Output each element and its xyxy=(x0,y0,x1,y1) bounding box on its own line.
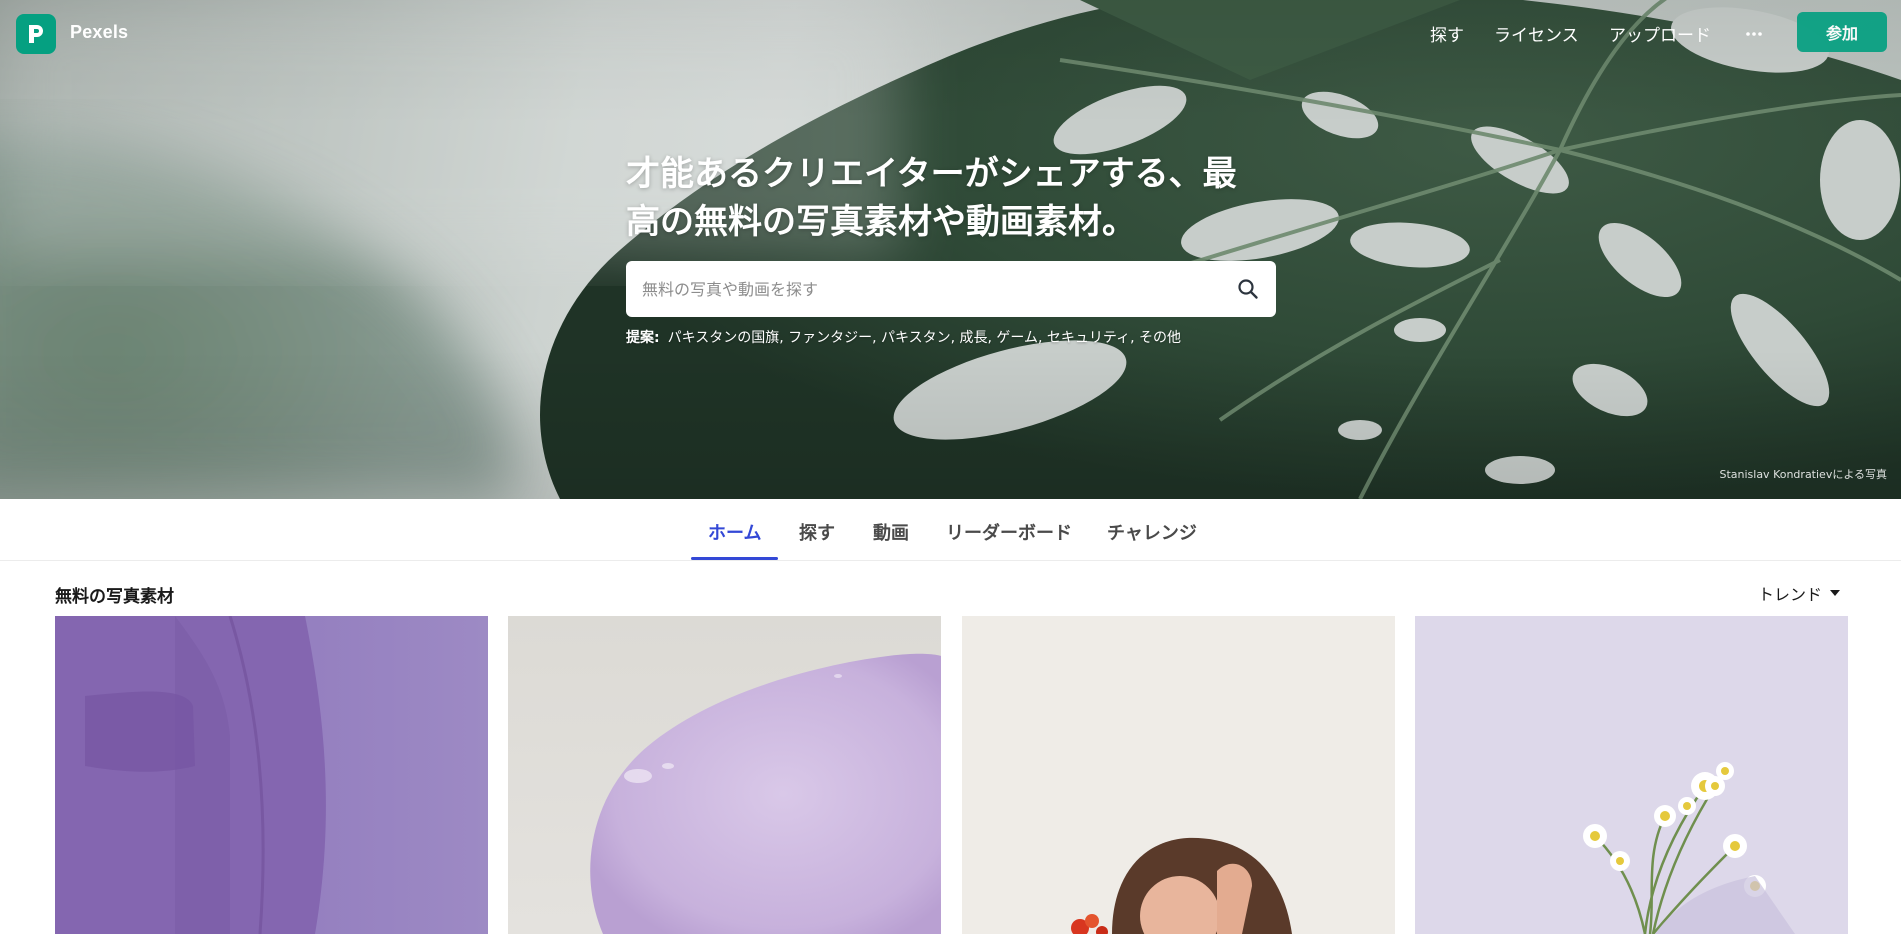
photo-image xyxy=(508,616,941,934)
photo-card[interactable] xyxy=(962,616,1395,934)
suggestions-label: 提案: xyxy=(626,330,660,346)
tab-explore[interactable]: 探す xyxy=(799,519,835,545)
tab-challenges[interactable]: チャレンジ xyxy=(1107,519,1197,545)
sort-dropdown-label: トレンド xyxy=(1758,585,1823,604)
sort-dropdown[interactable]: トレンド xyxy=(1758,581,1841,605)
nav-explore[interactable]: 探す xyxy=(1430,21,1464,46)
active-tab-indicator xyxy=(691,557,778,560)
search-suggestions: 提案: パキスタンの国旗, ファンタジー, パキスタン, 成長, ゲーム, セキュ… xyxy=(626,330,1181,346)
brand-name[interactable]: Pexels xyxy=(70,22,128,43)
hero-overlay xyxy=(0,0,1901,499)
pexels-logo-icon xyxy=(29,25,43,43)
photo-card[interactable] xyxy=(508,616,941,934)
photo-image xyxy=(55,616,488,934)
hero-headline-line-2: 高の無料の写真素材や動画素材。 xyxy=(626,202,1136,242)
tab-leaderboard[interactable]: リーダーボード xyxy=(946,519,1072,545)
search-input[interactable] xyxy=(626,261,1220,317)
suggestion-link[interactable]: セキュリティ xyxy=(1047,330,1130,346)
hero-headline-line-1: 才能あるクリエイターがシェアする、最 xyxy=(626,154,1237,194)
ellipsis-icon[interactable] xyxy=(1744,24,1764,44)
suggestion-link[interactable]: 成長 xyxy=(960,330,988,346)
caret-down-icon xyxy=(1830,590,1841,596)
hero-search-box xyxy=(626,261,1276,317)
top-navigation: Pexels 探す ライセンス アップロード 参加 xyxy=(0,0,1901,66)
photo-card[interactable] xyxy=(55,616,488,934)
section-title: 無料の写真素材 xyxy=(55,587,174,607)
suggestion-link[interactable]: ファンタジー xyxy=(788,330,872,346)
section-tabs: ホーム 探す 動画 リーダーボード チャレンジ xyxy=(0,499,1901,561)
suggestion-link[interactable]: ゲーム xyxy=(996,330,1038,346)
suggestion-link[interactable]: パキスタン xyxy=(881,330,951,346)
hero-headline: 才能あるクリエイターがシェアする、最 高の無料の写真素材や動画素材。 xyxy=(626,150,1286,246)
suggestion-link[interactable]: パキスタンの国旗 xyxy=(668,330,780,346)
pexels-logo[interactable] xyxy=(16,14,56,54)
photo-card[interactable] xyxy=(1415,616,1848,934)
nav-upload[interactable]: アップロード xyxy=(1609,21,1711,46)
photo-image xyxy=(1415,616,1848,934)
join-button[interactable]: 参加 xyxy=(1797,12,1887,52)
hero-banner: Pexels 探す ライセンス アップロード 参加 才能あるクリエイターがシェア… xyxy=(0,0,1901,499)
photo-credit-link[interactable]: Stanislav Kondratievによる写真 xyxy=(1719,466,1887,482)
suggestion-link-more[interactable]: その他 xyxy=(1139,330,1181,346)
tab-videos[interactable]: 動画 xyxy=(873,519,909,545)
tab-home[interactable]: ホーム xyxy=(708,519,761,545)
photo-image xyxy=(962,616,1395,934)
search-icon[interactable] xyxy=(1220,261,1276,317)
nav-license[interactable]: ライセンス xyxy=(1494,21,1579,46)
